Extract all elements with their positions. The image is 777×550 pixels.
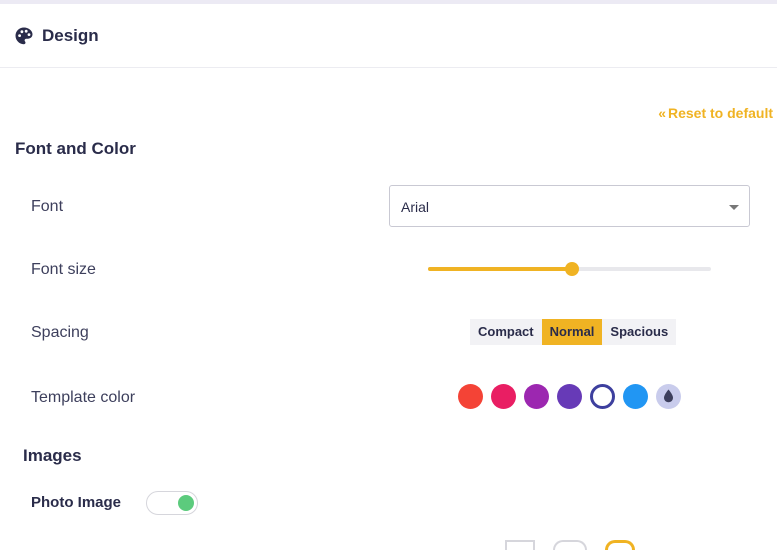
slider-thumb[interactable]	[565, 262, 579, 276]
chevron-down-icon	[729, 205, 739, 210]
palette-icon	[14, 26, 34, 46]
color-swatch-deep-purple[interactable]	[557, 384, 582, 409]
photo-shape-option-square[interactable]	[505, 540, 535, 550]
spacing-option-normal[interactable]: Normal	[542, 319, 603, 345]
design-panel-header[interactable]: Design ‹	[0, 4, 777, 68]
double-chevron-left-icon: «	[658, 105, 664, 121]
spacing-label: Spacing	[31, 324, 89, 342]
color-swatch-purple[interactable]	[524, 384, 549, 409]
panel-title: Design	[42, 26, 99, 46]
font-size-label: Font size	[31, 261, 96, 279]
photo-shape-option-rounded[interactable]	[553, 540, 587, 550]
spacing-option-spacious[interactable]: Spacious	[602, 319, 676, 345]
color-drop-icon	[663, 389, 674, 403]
font-select-value: Arial	[401, 199, 429, 215]
reset-label: Reset to default	[668, 105, 773, 121]
color-swatch-white[interactable]	[590, 384, 615, 409]
template-color-label: Template color	[31, 389, 135, 407]
font-size-slider[interactable]	[428, 262, 711, 276]
color-swatch-blue[interactable]	[623, 384, 648, 409]
section-title-images: Images	[23, 446, 82, 466]
custom-color-picker-button[interactable]	[656, 384, 681, 409]
color-swatch-red[interactable]	[458, 384, 483, 409]
color-swatch-pink[interactable]	[491, 384, 516, 409]
photo-shape-option-circle[interactable]	[605, 540, 635, 550]
section-title-font-and-color: Font and Color	[15, 139, 136, 159]
slider-fill	[428, 267, 572, 271]
photo-image-label: Photo Image	[31, 494, 121, 511]
font-label: Font	[31, 198, 63, 216]
spacing-option-compact[interactable]: Compact	[470, 319, 542, 345]
toggle-knob	[178, 495, 194, 511]
spacing-segmented-control[interactable]: Compact Normal Spacious	[470, 319, 676, 345]
font-select[interactable]: Arial	[389, 185, 750, 227]
photo-image-toggle[interactable]	[146, 491, 198, 515]
reset-to-default-link[interactable]: «Reset to default	[658, 105, 773, 121]
